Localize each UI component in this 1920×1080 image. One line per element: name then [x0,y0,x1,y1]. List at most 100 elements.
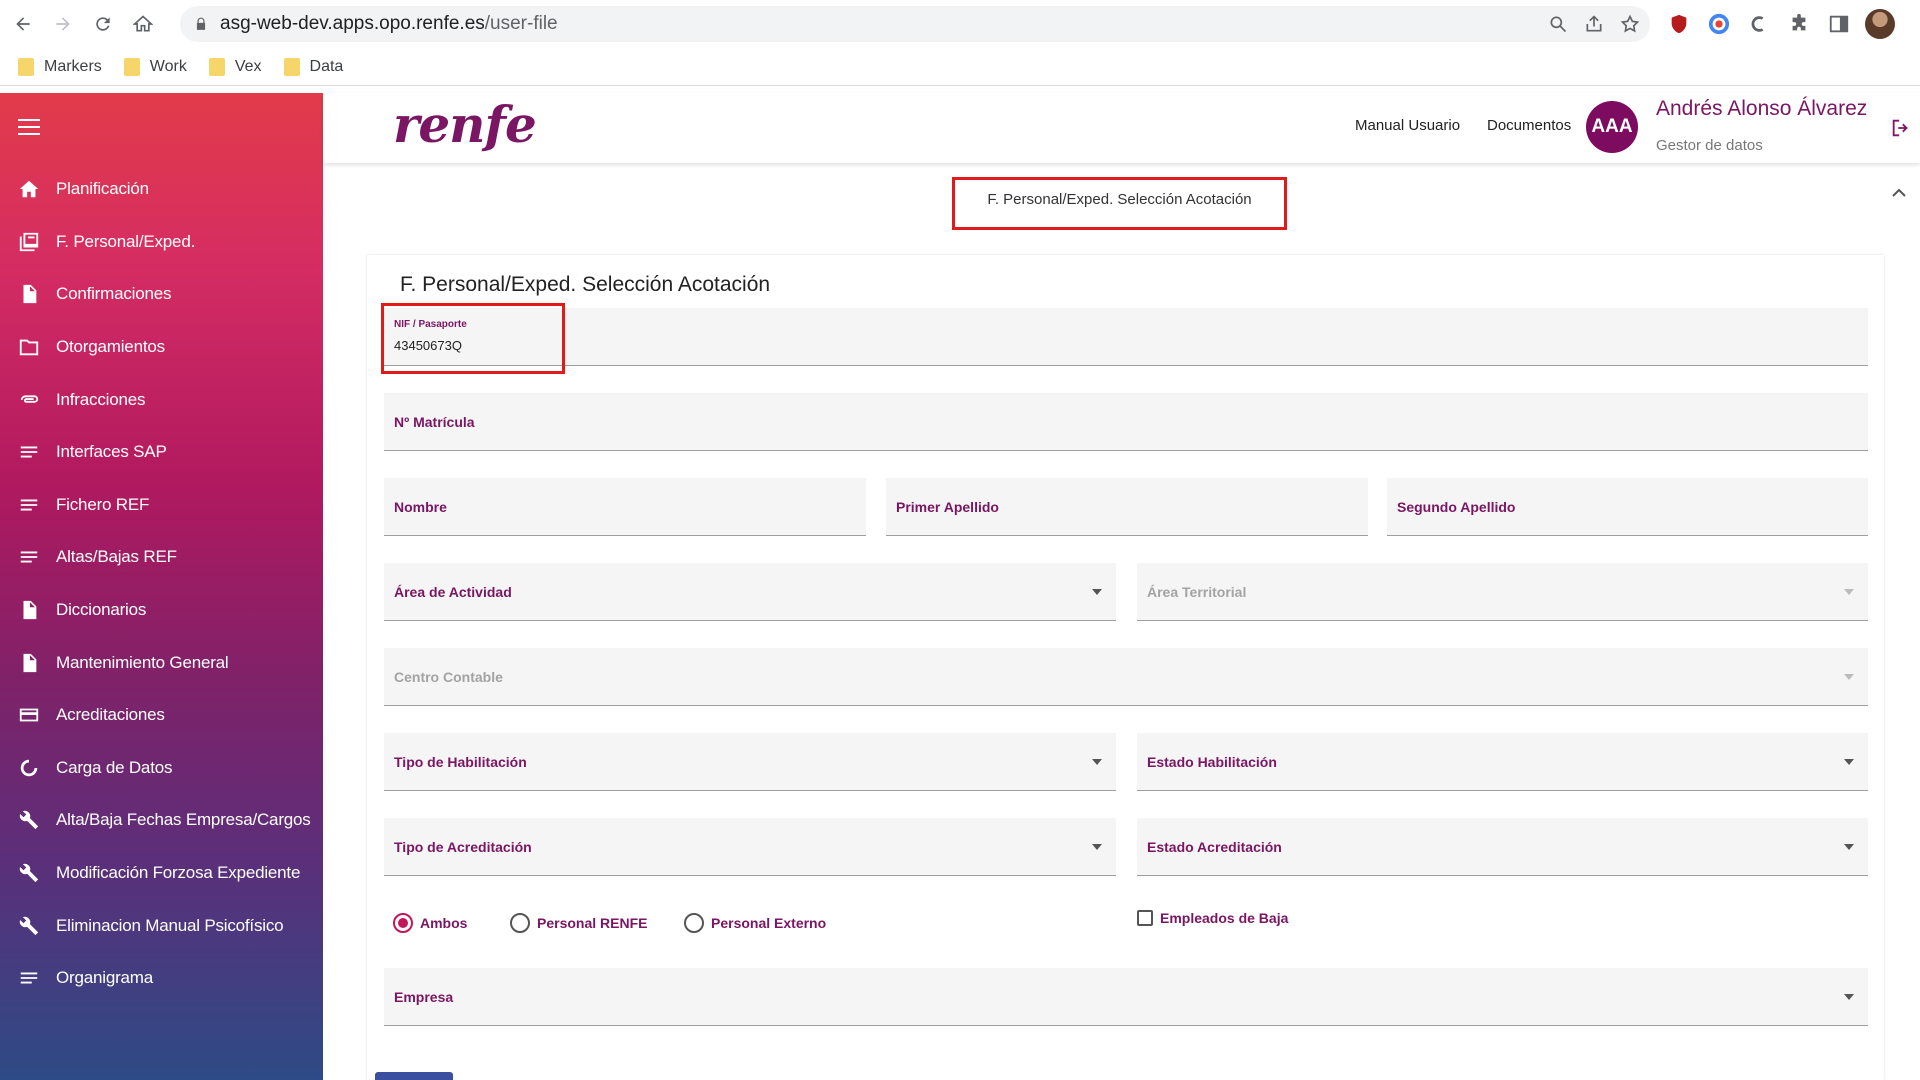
sidebar-item-carga-datos[interactable]: Carga de Datos [0,742,323,795]
extension-shield-icon[interactable] [1665,10,1693,38]
nombre-label: Nombre [394,499,447,515]
bookmark-markers[interactable]: Markers [18,57,102,76]
radio-personal-externo[interactable]: Personal Externo [684,913,826,933]
sidebar-item-personal-exped[interactable]: F. Personal/Exped. [0,216,323,269]
user-role: Gestor de datos [1656,137,1763,154]
empleados-baja-checkbox[interactable]: Empleados de Baja [1137,910,1288,926]
primer-apellido-field[interactable]: Primer Apellido [886,478,1368,536]
sidebar-item-label: Modificación Forzosa Expediente [56,863,301,883]
loading-icon [20,759,38,777]
paperclip-icon [20,395,39,403]
empresa-select[interactable]: Empresa [384,968,1868,1026]
bookmark-vex[interactable]: Vex [208,57,262,76]
manual-usuario-link[interactable]: Manual Usuario [1355,117,1460,134]
sidebar-item-mantenimiento-general[interactable]: Mantenimiento General [0,636,323,689]
lines-icon [20,499,38,511]
bookmark-work[interactable]: Work [123,57,187,76]
profile-avatar[interactable] [1865,9,1895,39]
reload-icon[interactable] [86,7,120,41]
tipo-acreditacion-label: Tipo de Acreditación [394,839,532,855]
back-icon[interactable] [6,7,40,41]
library-icon [19,232,39,252]
checkbox-icon [1137,910,1153,926]
sidebar-item-infracciones[interactable]: Infracciones [0,373,323,426]
logout-icon[interactable] [1890,117,1912,139]
chevron-up-icon[interactable] [1891,187,1907,199]
empleados-baja-label: Empleados de Baja [1160,910,1289,926]
sidebar-item-planificacion[interactable]: Planificación [0,163,323,216]
radio-ambos[interactable]: Ambos [393,913,467,933]
extension-c-icon[interactable] [1745,10,1773,38]
matricula-field[interactable]: Nº Matrícula [384,393,1868,451]
wrench-icon [19,863,39,883]
sidebar-item-label: Otorgamientos [56,337,165,357]
primer-apellido-label: Primer Apellido [896,499,999,515]
search-button[interactable] [375,1072,453,1080]
wrench-icon [19,811,39,830]
radio-externo-label: Personal Externo [711,915,827,931]
user-avatar[interactable]: AAA [1586,101,1638,153]
hamburger-menu-icon[interactable] [18,119,40,135]
sidebar-item-acreditaciones[interactable]: Acreditaciones [0,689,323,742]
lines-icon [20,551,38,563]
nif-field[interactable]: NIF / Pasaporte 43450673Q [384,308,1868,366]
sidebar-item-label: Acreditaciones [56,705,165,725]
documentos-link[interactable]: Documentos [1487,117,1571,134]
sidebar-item-label: Carga de Datos [56,757,173,777]
document-icon [23,653,37,672]
side-panel-icon[interactable] [1825,10,1853,38]
home-icon [19,181,39,198]
sidebar-item-organigrama[interactable]: Organigrama [0,952,323,1005]
sidebar: Planificación F. Personal/Exped. Confirm… [0,93,323,1080]
estado-habilitacion-select[interactable]: Estado Habilitación [1137,733,1868,791]
home-browser-icon[interactable] [126,7,160,41]
address-bar[interactable]: asg-web-dev.apps.opo.renfe.es/user-file [180,6,1650,42]
bookmark-star-icon[interactable] [1620,14,1640,34]
share-icon[interactable] [1584,14,1604,34]
estado-acreditacion-select[interactable]: Estado Acreditación [1137,818,1868,876]
dropdown-arrow-icon [1844,844,1854,850]
nombre-field[interactable]: Nombre [384,478,866,536]
sidebar-item-label: Confirmaciones [56,284,172,304]
area-actividad-select[interactable]: Área de Actividad [384,563,1116,621]
filter-form-card: F. Personal/Exped. Selección Acotación N… [367,255,1884,1080]
radio-personal-renfe[interactable]: Personal RENFE [510,913,647,933]
sidebar-item-interfaces-sap[interactable]: Interfaces SAP [0,426,323,479]
tipo-habilitacion-select[interactable]: Tipo de Habilitación [384,733,1116,791]
radio-ambos-label: Ambos [420,915,468,931]
sidebar-item-label: Fichero REF [56,494,150,514]
dropdown-arrow-icon [1844,674,1854,680]
segundo-apellido-field[interactable]: Segundo Apellido [1387,478,1868,536]
forward-icon[interactable] [46,7,80,41]
bookmark-data[interactable]: Data [283,57,343,76]
extensions-puzzle-icon[interactable] [1785,10,1813,38]
sidebar-item-label: Organigrama [56,968,154,988]
dropdown-arrow-icon [1092,589,1102,595]
tipo-acreditacion-select[interactable]: Tipo de Acreditación [384,818,1116,876]
sidebar-item-alta-baja-fechas[interactable]: Alta/Baja Fechas Empresa/Cargos [0,794,323,847]
tipo-habilitacion-label: Tipo de Habilitación [394,754,527,770]
sidebar-item-label: Infracciones [56,389,146,409]
dropdown-arrow-icon [1844,994,1854,1000]
dropdown-arrow-icon [1844,759,1854,765]
sidebar-item-confirmaciones[interactable]: Confirmaciones [0,268,323,321]
sidebar-item-fichero-ref[interactable]: Fichero REF [0,479,323,532]
sidebar-item-modificacion-forzosa[interactable]: Modificación Forzosa Expediente [0,847,323,900]
radio-unchecked-icon [510,913,530,933]
empresa-label: Empresa [394,989,454,1005]
sidebar-item-diccionarios[interactable]: Diccionarios [0,584,323,637]
renfe-logo[interactable]: renfe [393,95,537,154]
lines-icon [20,972,38,984]
area-territorial-select: Área Territorial [1137,563,1868,621]
url-path: /user-file [484,13,558,34]
estado-habilitacion-label: Estado Habilitación [1147,754,1277,770]
sidebar-item-eliminacion-manual[interactable]: Eliminacion Manual Psicofísico [0,899,323,952]
zoom-icon[interactable] [1548,14,1568,34]
sidebar-item-altas-bajas-ref[interactable]: Altas/Bajas REF [0,531,323,584]
centro-contable-select: Centro Contable [384,648,1868,706]
folder-outline-icon [19,339,39,356]
sidebar-item-otorgamientos[interactable]: Otorgamientos [0,321,323,374]
extension-color-icon[interactable] [1705,10,1733,38]
sidebar-item-label: Mantenimiento General [56,652,229,672]
app-header: renfe Manual Usuario Documentos AAA Andr… [323,93,1920,163]
